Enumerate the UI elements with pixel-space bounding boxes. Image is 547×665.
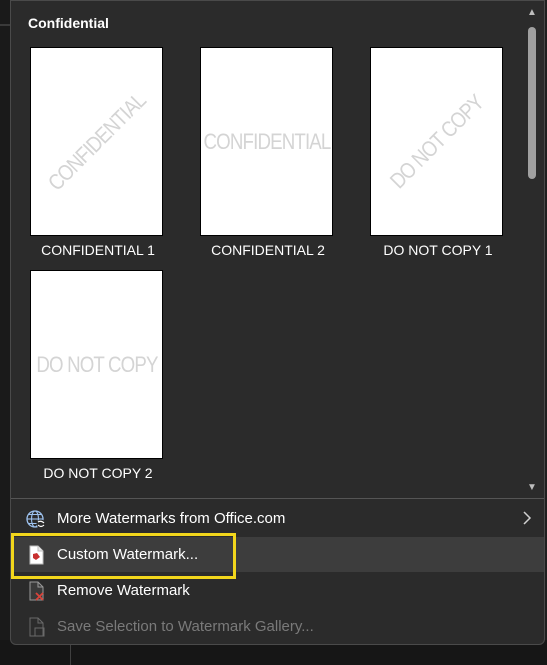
custom-watermark-icon xyxy=(25,544,47,566)
remove-watermark-label: Remove Watermark xyxy=(57,582,190,599)
remove-watermark-icon xyxy=(25,580,47,602)
watermark-preview-text: DO NOT COPY xyxy=(384,89,488,193)
gallery-scrollbar[interactable]: ▲ ▼ xyxy=(522,5,542,497)
custom-watermark-label: Custom Watermark... xyxy=(57,546,199,563)
watermark-tile-label: DO NOT COPY 1 xyxy=(383,242,493,258)
watermark-preview-page: DO NOT COPY xyxy=(370,47,503,236)
save-selection-to-gallery-menu-item[interactable]: Save Selection to Watermark Gallery... xyxy=(11,609,544,644)
watermark-tile-confidential-2[interactable]: CONFIDENTIAL CONFIDENTIAL 2 xyxy=(198,47,338,263)
more-watermarks-label: More Watermarks from Office.com xyxy=(57,510,286,527)
watermark-preview-page: CONFIDENTIAL xyxy=(30,47,163,236)
globe-icon xyxy=(25,508,47,530)
scrollbar-thumb[interactable] xyxy=(528,27,536,179)
scroll-down-arrow-icon[interactable]: ▼ xyxy=(526,482,538,494)
scroll-up-arrow-icon[interactable]: ▲ xyxy=(526,7,538,19)
watermark-preview-page: CONFIDENTIAL xyxy=(200,47,333,236)
watermark-tile-label: CONFIDENTIAL 2 xyxy=(211,242,325,258)
gallery-section-title: Confidential xyxy=(28,15,109,31)
save-gallery-icon xyxy=(25,616,47,638)
more-watermarks-menu-item[interactable]: More Watermarks from Office.com xyxy=(11,501,544,536)
watermark-tile-confidential-1[interactable]: CONFIDENTIAL CONFIDENTIAL 1 xyxy=(28,47,168,263)
watermark-dropdown-panel: Confidential CONFIDENTIAL CONFIDENTIAL 1… xyxy=(10,0,545,645)
custom-watermark-menu-item[interactable]: Custom Watermark... xyxy=(11,537,544,572)
background-divider xyxy=(0,24,10,26)
watermark-preview-page: DO NOT COPY xyxy=(30,270,163,459)
save-selection-label: Save Selection to Watermark Gallery... xyxy=(57,618,314,635)
watermark-preview-text: CONFIDENTIAL xyxy=(42,87,150,195)
menu-divider xyxy=(11,498,544,499)
watermark-preview-text: CONFIDENTIAL xyxy=(203,128,331,154)
watermark-gallery: Confidential CONFIDENTIAL CONFIDENTIAL 1… xyxy=(11,1,522,497)
watermark-preview-text: DO NOT COPY xyxy=(35,351,158,377)
chevron-right-icon xyxy=(522,510,532,526)
remove-watermark-menu-item[interactable]: Remove Watermark xyxy=(11,573,544,608)
watermark-tile-do-not-copy-2[interactable]: DO NOT COPY DO NOT COPY 2 xyxy=(28,270,168,486)
watermark-tile-label: CONFIDENTIAL 1 xyxy=(41,242,155,258)
watermark-tile-label: DO NOT COPY 2 xyxy=(43,465,153,481)
watermark-tile-do-not-copy-1[interactable]: DO NOT COPY DO NOT COPY 1 xyxy=(368,47,508,263)
background-window-edge xyxy=(0,0,10,665)
